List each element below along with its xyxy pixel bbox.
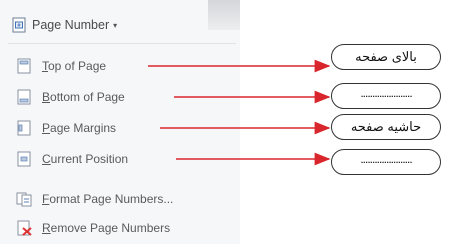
callout-text: حاشیه صفحه (350, 119, 422, 134)
callout-page-margins: حاشیه صفحه (331, 114, 441, 140)
callout-top-of-page: بالای صفحه (331, 44, 441, 70)
callout-blank: ...................... (360, 152, 412, 166)
callout-current-position: ...................... (331, 149, 441, 175)
callout-bottom-of-page: ...................... (331, 83, 441, 109)
callout-blank: ...................... (360, 86, 412, 100)
callout-text: بالای صفحه (355, 49, 417, 64)
